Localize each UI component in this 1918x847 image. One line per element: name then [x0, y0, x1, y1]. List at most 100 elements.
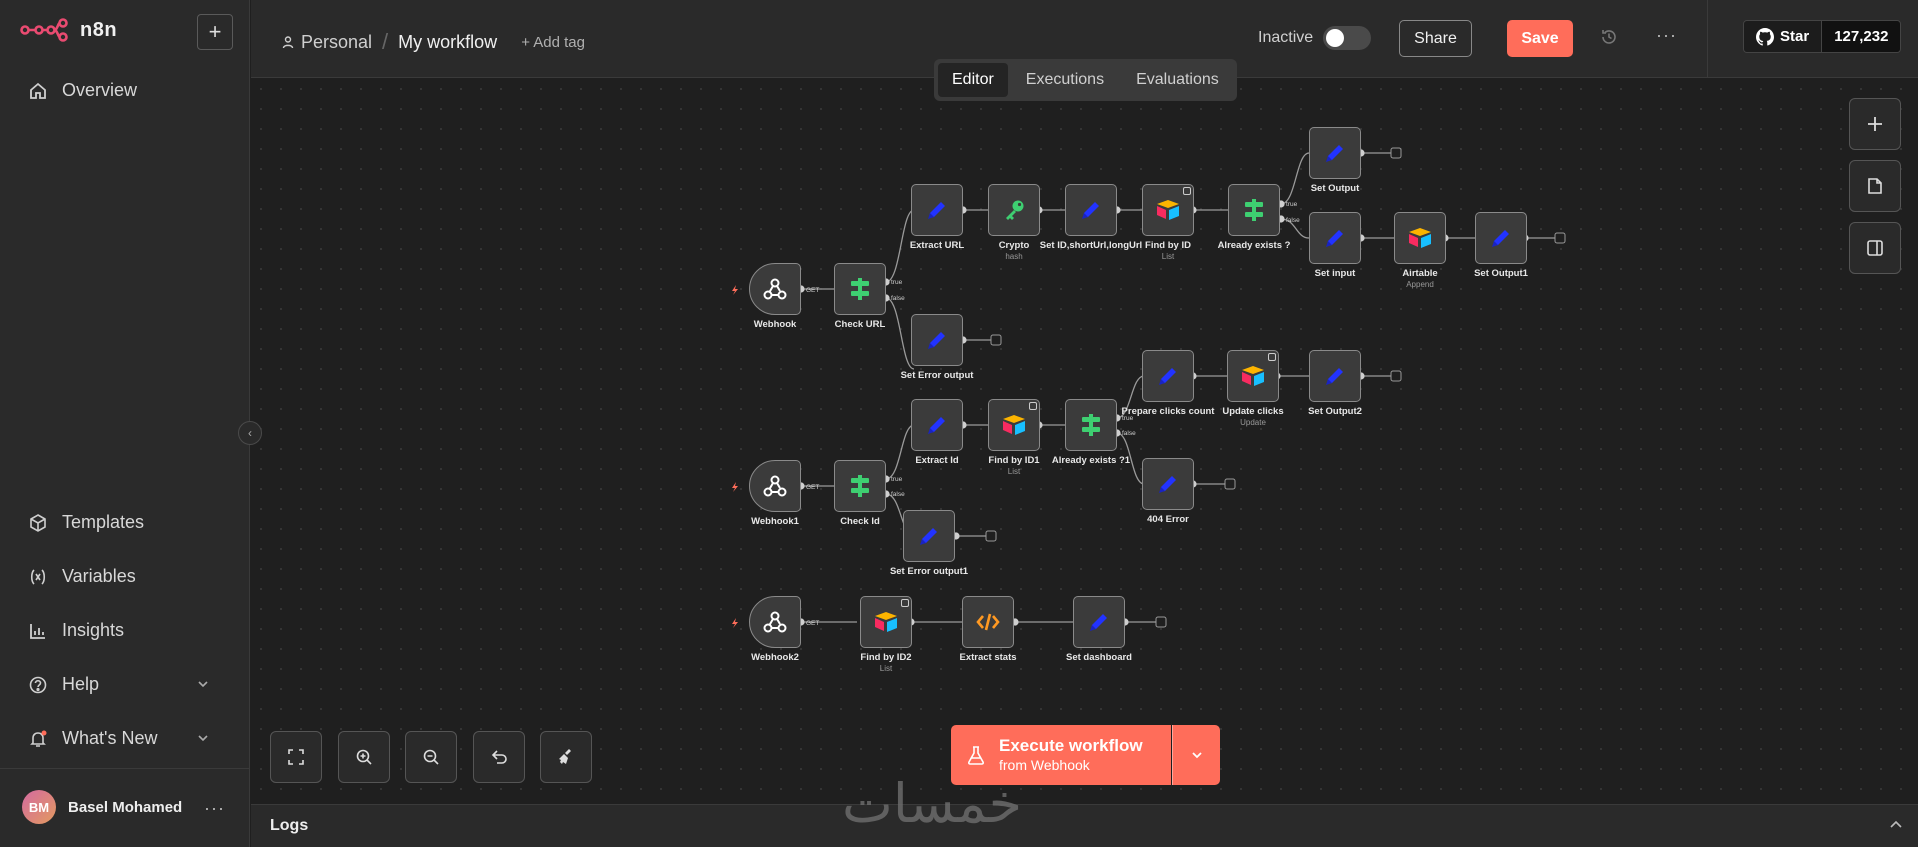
node-prepare-clicks[interactable]	[1142, 350, 1194, 402]
chevron-down-icon	[198, 681, 208, 688]
airtable-icon	[1003, 415, 1025, 435]
plus-icon	[1868, 117, 1882, 131]
pencil-icon	[1082, 202, 1099, 219]
nav-item-variables[interactable]: Variables	[28, 566, 136, 587]
svg-text:GET: GET	[806, 484, 819, 491]
node-find-by-id1[interactable]	[988, 399, 1040, 451]
workflow-canvas[interactable]: GET GET GET true false true false true fal…	[251, 79, 1918, 804]
node-find-by-id2[interactable]	[860, 596, 912, 648]
app-name: n8n	[80, 18, 118, 41]
node-badge	[901, 599, 909, 607]
broom-icon	[559, 749, 571, 764]
save-button[interactable]: Save	[1507, 20, 1573, 57]
execute-options-button[interactable]	[1172, 725, 1220, 785]
home-icon	[30, 82, 46, 99]
node-set-output[interactable]	[1309, 127, 1361, 179]
webhook-icon	[763, 611, 787, 633]
history-icon[interactable]	[1600, 28, 1618, 46]
workflow-name[interactable]: My workflow	[398, 32, 497, 53]
toggle-knob	[1326, 29, 1344, 47]
node-set-output1[interactable]	[1475, 212, 1527, 264]
node-webhook2[interactable]	[749, 596, 801, 648]
github-star-label: Star	[1780, 28, 1810, 45]
tab-editor[interactable]: Editor	[938, 63, 1008, 97]
true-label: true	[1286, 201, 1298, 208]
node-check-url[interactable]	[834, 263, 886, 315]
node-set-input[interactable]	[1309, 212, 1361, 264]
node-404-error[interactable]	[1142, 458, 1194, 510]
node-airtable[interactable]	[1394, 212, 1446, 264]
fit-view-button[interactable]	[270, 731, 322, 783]
tab-evaluations[interactable]: Evaluations	[1122, 63, 1233, 97]
node-find-by-id[interactable]	[1142, 184, 1194, 236]
pencil-icon	[1159, 368, 1176, 385]
node-set-output2[interactable]	[1309, 350, 1361, 402]
user-menu[interactable]: BM Basel Mohamed	[22, 790, 182, 824]
execute-main-label: Execute workflow	[999, 736, 1143, 755]
nav-item-help[interactable]: Help	[28, 674, 208, 695]
user-name: Basel Mohamed	[68, 798, 183, 816]
sidebar: n8n + Overview Templates Variables Insig…	[0, 0, 250, 847]
add-node-button[interactable]	[1849, 98, 1901, 150]
nav-item-overview[interactable]: Overview	[28, 80, 137, 101]
plus-icon: +	[208, 19, 222, 44]
tab-executions[interactable]: Executions	[1012, 63, 1118, 97]
share-button[interactable]: Share	[1399, 20, 1472, 57]
node-label: Set Output1	[1474, 268, 1528, 279]
node-sublabel: List	[879, 664, 893, 673]
node-label: Check URL	[834, 319, 886, 330]
chevron-up-icon[interactable]	[1888, 817, 1904, 833]
variable-icon	[30, 568, 46, 585]
nav-label: Help	[62, 674, 100, 694]
key-icon	[1006, 200, 1024, 220]
node-webhook1[interactable]	[749, 460, 801, 512]
node-check-id[interactable]	[834, 460, 886, 512]
node-update-clicks[interactable]	[1227, 350, 1279, 402]
tidy-up-button[interactable]	[540, 731, 592, 783]
collapse-sidebar-button[interactable]: ‹	[238, 421, 262, 445]
active-toggle[interactable]	[1323, 26, 1371, 50]
add-sticky-button[interactable]	[1849, 160, 1901, 212]
view-tabs: Editor Executions Evaluations	[934, 59, 1237, 101]
pencil-icon	[1492, 230, 1509, 247]
false-label: false	[891, 295, 905, 302]
nav-item-whats-new[interactable]: What's New	[28, 728, 208, 749]
webhook-icon	[763, 278, 787, 300]
nav-item-templates[interactable]: Templates	[28, 512, 144, 533]
node-set-id[interactable]	[1065, 184, 1117, 236]
more-options-icon[interactable]: ···	[1656, 25, 1677, 46]
undo-button[interactable]	[473, 731, 525, 783]
bell-icon	[30, 730, 47, 747]
node-set-error-output[interactable]	[911, 314, 963, 366]
node-extract-stats[interactable]	[962, 596, 1014, 648]
node-label: Already exists ?	[1217, 240, 1291, 251]
logo[interactable]: n8n	[20, 18, 117, 42]
node-crypto[interactable]	[988, 184, 1040, 236]
github-star-button[interactable]: Star 127,232	[1743, 20, 1902, 53]
node-extract-url[interactable]	[911, 184, 963, 236]
zoom-out-icon	[423, 749, 439, 765]
nav-item-insights[interactable]: Insights	[28, 620, 124, 641]
avatar: BM	[22, 790, 56, 824]
node-set-error-output1[interactable]	[903, 510, 955, 562]
toggle-panel-button[interactable]	[1849, 222, 1901, 274]
github-star: Star	[1744, 21, 1822, 52]
add-tag-button[interactable]: + Add tag	[521, 34, 585, 51]
project-link[interactable]: Personal	[281, 32, 372, 53]
nav-label: Insights	[62, 620, 125, 640]
node-sublabel: hash	[1005, 252, 1023, 261]
code-icon	[976, 613, 1000, 631]
logs-panel[interactable]: Logs	[251, 804, 1918, 847]
node-extract-id[interactable]	[911, 399, 963, 451]
zoom-out-button[interactable]	[405, 731, 457, 783]
create-button[interactable]: +	[197, 14, 233, 50]
user-more-icon[interactable]: ···	[204, 798, 225, 819]
execute-label: Execute workflow from Webhook	[999, 736, 1143, 774]
node-webhook[interactable]	[749, 263, 801, 315]
chevron-down-icon	[198, 735, 208, 742]
zoom-in-button[interactable]	[338, 731, 390, 783]
svg-text:GET: GET	[806, 620, 819, 627]
flask-icon	[968, 746, 984, 765]
node-set-dashboard[interactable]	[1073, 596, 1125, 648]
node-label: Already exists ?1	[1051, 455, 1131, 466]
